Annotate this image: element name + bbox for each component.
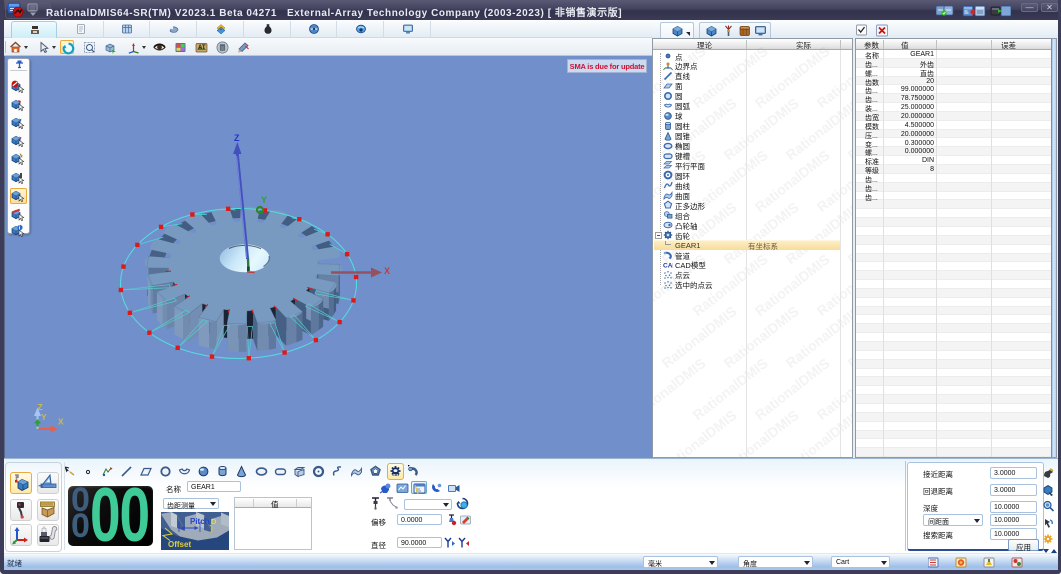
svg-text:Y: Y: [261, 195, 267, 205]
svg-text:D: D: [211, 517, 217, 526]
svg-text:Z: Z: [38, 402, 43, 412]
svg-text:CAD: CAD: [663, 262, 673, 269]
svg-text:Y: Y: [41, 412, 47, 422]
svg-text:X: X: [384, 266, 390, 276]
svg-text:AT: AT: [198, 45, 206, 51]
svg-text:Offset: Offset: [168, 540, 191, 549]
svg-text:X: X: [58, 417, 64, 427]
svg-text:Z: Z: [234, 133, 240, 143]
